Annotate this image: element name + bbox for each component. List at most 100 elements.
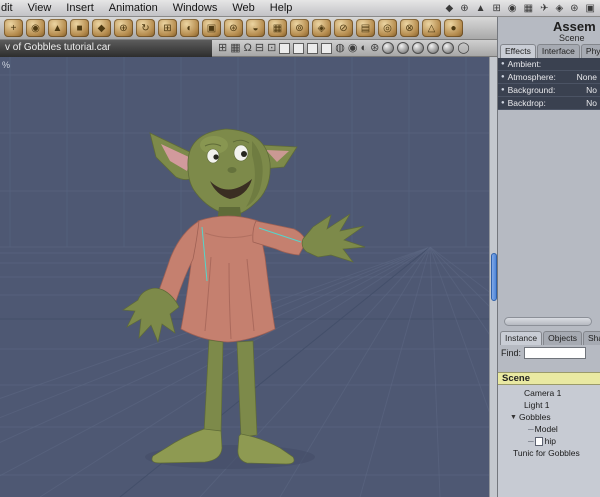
menubar-icon-2[interactable]: ⊕	[460, 3, 468, 14]
tree-item-model[interactable]: ─ Model	[498, 423, 600, 435]
view-icon-1[interactable]: ⊞	[218, 41, 227, 55]
property-value: None	[576, 72, 597, 82]
display-mode-icon-3[interactable]	[307, 42, 319, 54]
display-mode-icon-1[interactable]	[279, 42, 291, 54]
find-row: Find:	[501, 347, 587, 359]
tool-icon-17[interactable]: ▤	[356, 19, 375, 37]
panel-splitter[interactable]	[504, 317, 592, 326]
render-mode-icon-4[interactable]: ⊛	[370, 41, 379, 55]
tool-icon-19[interactable]: ⊗	[400, 19, 419, 37]
tool-icon-14[interactable]: ⊚	[290, 19, 309, 37]
render-mode-icon-2[interactable]: ◉	[348, 41, 358, 55]
property-bullet-icon: ●	[501, 87, 505, 93]
tab-instance[interactable]: Instance	[500, 331, 543, 345]
tree-item-label: Tunic for Gobbles	[513, 448, 580, 458]
tree-item-camera-1[interactable]: Camera 1	[498, 387, 600, 399]
view-icon-4[interactable]: ⊟	[255, 41, 264, 55]
tree-item-gobbles[interactable]: ▼ Gobbles	[498, 411, 600, 423]
wireframe-sphere-icon[interactable]: ◯	[457, 41, 469, 55]
property-row-background[interactable]: ● Background: No	[498, 84, 600, 97]
menubar-icon-10[interactable]: ▣	[586, 3, 595, 14]
menubar-icon-4[interactable]: ⊞	[492, 3, 500, 14]
view-icon-5[interactable]: ⊡	[267, 41, 276, 55]
shading-sphere-icon-5[interactable]	[442, 42, 455, 54]
view-icon-2[interactable]: ▦	[230, 41, 240, 55]
property-row-ambient[interactable]: ● Ambient:	[498, 58, 600, 71]
room-label[interactable]: Assem	[553, 19, 596, 34]
tool-icon-13[interactable]: ▦	[268, 19, 287, 37]
document-title-bar[interactable]: v of Gobbles tutorial.car	[0, 40, 212, 57]
view-toolbar-row: v of Gobbles tutorial.car ⊞ ▦ Ω ⊟ ⊡ ◍ ◉ ◐ ⊛ ◯	[0, 40, 497, 57]
tool-icon-8[interactable]: ⊞	[158, 19, 177, 37]
properties-panel: Assem Scene EffectsInterfacePhys ●Ambien…	[497, 17, 600, 497]
tab-phys[interactable]: Phys	[580, 44, 600, 58]
tool-icon-21[interactable]: ●	[444, 19, 463, 37]
viewport-3d[interactable]: %	[0, 57, 489, 497]
property-row-backdrop[interactable]: ● Backdrop: No	[498, 97, 600, 110]
tab-objects[interactable]: Objects	[543, 331, 582, 345]
tree-item-hip[interactable]: ─ hip	[498, 435, 600, 447]
display-mode-icon-4[interactable]	[321, 42, 333, 54]
menu-item-insert[interactable]: Insert	[59, 2, 102, 14]
menubar-icons: ◆ ⊕ ▲ ⊞ ◉ ▦ ✈ ◈ ⊛ ▣	[445, 3, 600, 14]
tool-icon-20[interactable]: △	[422, 19, 441, 37]
menu-item-windows[interactable]: Windows	[166, 2, 226, 14]
tool-icon-3[interactable]: ▲	[48, 19, 67, 37]
find-input[interactable]	[524, 347, 587, 359]
property-label: Backdrop:	[507, 98, 546, 108]
menu-item-dit[interactable]: dit	[0, 2, 21, 14]
property-bullet-icon: ●	[501, 61, 505, 67]
menu-item-animation[interactable]: Animation	[102, 2, 166, 14]
shading-sphere-icon-2[interactable]	[397, 42, 410, 54]
render-mode-icon-3[interactable]: ◐	[361, 41, 368, 55]
tree-item-tunic-for-gobbles[interactable]: Tunic for Gobbles	[498, 447, 600, 459]
tool-icon-4[interactable]: ■	[70, 19, 89, 37]
tool-icon-9[interactable]: ◐	[180, 19, 199, 37]
tool-icon-18[interactable]: ◎	[378, 19, 397, 37]
find-label: Find:	[501, 348, 522, 358]
expander-icon[interactable]: ▼	[510, 414, 517, 421]
menubar-icon-8[interactable]: ◈	[555, 3, 563, 14]
shading-sphere-icon-1[interactable]	[382, 42, 395, 54]
property-label: Background:	[507, 85, 556, 95]
tree-item-label: Gobbles	[518, 412, 551, 422]
menu-item-web[interactable]: Web	[225, 2, 262, 14]
tree-item-label: Model	[534, 424, 558, 434]
tool-icon-11[interactable]: ⊛	[224, 19, 243, 37]
menu-item-view[interactable]: View	[21, 2, 60, 14]
effects-tab-bar: EffectsInterfacePhys	[500, 44, 600, 58]
menubar-icon-3[interactable]: ▲	[476, 3, 486, 14]
tool-icon-1[interactable]: +	[4, 19, 23, 37]
render-mode-icon-1[interactable]: ◍	[335, 41, 345, 55]
view-icon-3[interactable]: Ω	[244, 41, 252, 55]
menubar-icon-5[interactable]: ◉	[508, 3, 517, 14]
tool-icon-6[interactable]: ⊕	[114, 19, 133, 37]
tool-icon-15[interactable]: ◈	[312, 19, 331, 37]
tool-icon-16[interactable]: ⊘	[334, 19, 353, 37]
tool-icon-12[interactable]: ◒	[246, 19, 265, 37]
tool-icon-7[interactable]: ↻	[136, 19, 155, 37]
menubar-icon-7[interactable]: ✈	[540, 3, 548, 14]
scene-root-item[interactable]: Scene	[498, 372, 600, 385]
panel-title: Scene	[559, 33, 585, 43]
shading-sphere-icon-3[interactable]	[412, 42, 425, 54]
tree-item-light-1[interactable]: Light 1	[498, 399, 600, 411]
menu-item-help[interactable]: Help	[263, 2, 301, 14]
tool-icon-5[interactable]: ◆	[92, 19, 111, 37]
tab-shade[interactable]: Shade	[582, 331, 600, 345]
menubar-icon-9[interactable]: ⊛	[570, 3, 578, 14]
tab-effects[interactable]: Effects	[500, 44, 536, 58]
menubar-icon-1[interactable]: ◆	[445, 3, 453, 14]
tool-icon-2[interactable]: ◉	[26, 19, 45, 37]
property-bullet-icon: ●	[501, 100, 505, 106]
tool-icon-10[interactable]: ▣	[202, 19, 221, 37]
viewport-scrollbar[interactable]	[489, 57, 497, 497]
property-row-atmosphere[interactable]: ● Atmosphere: None	[498, 71, 600, 84]
menu-bar: dit View Insert Animation Windows Web Help ◆ ⊕ ▲…	[0, 0, 600, 17]
property-value: No	[586, 85, 597, 95]
display-mode-icon-2[interactable]	[293, 42, 305, 54]
shading-sphere-icon-4[interactable]	[427, 42, 440, 54]
menubar-icon-6[interactable]: ▦	[524, 3, 533, 14]
view-toolbar-icons: ⊞ ▦ Ω ⊟ ⊡ ◍ ◉ ◐ ⊛ ◯	[218, 40, 470, 56]
tab-interface[interactable]: Interface	[536, 44, 580, 58]
